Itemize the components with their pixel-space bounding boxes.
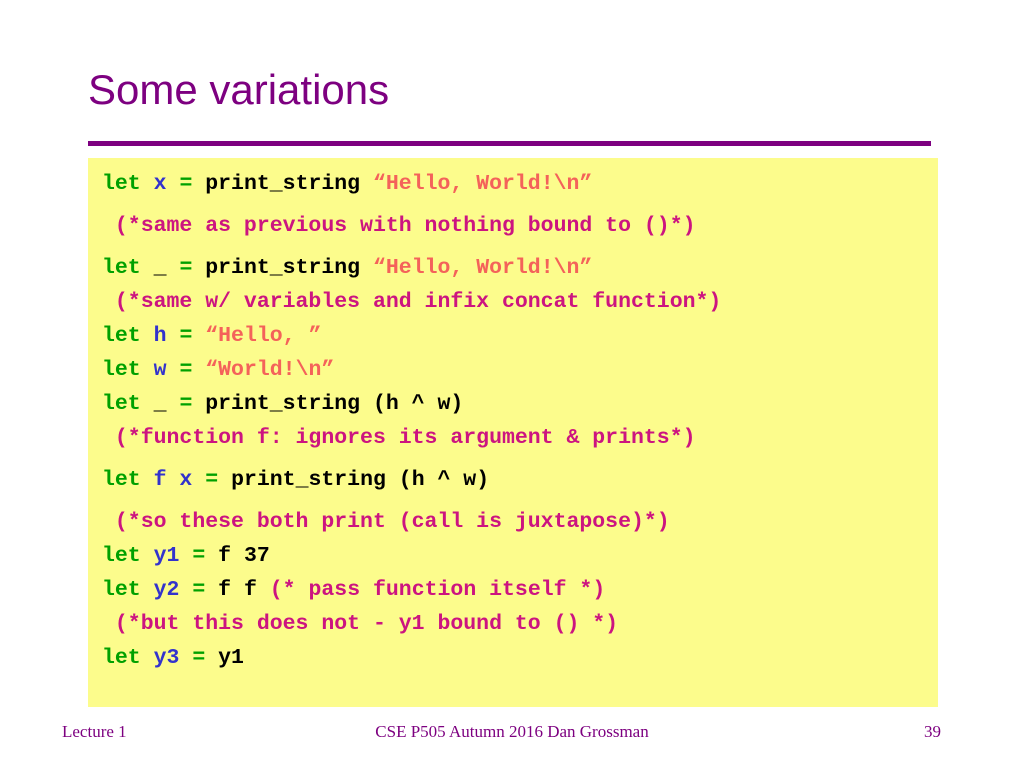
equals-sign: = [179,324,193,348]
equals-sign: = [192,646,206,670]
comment: (*same as previous with nothing bound to… [102,214,696,238]
code-line: let y1 = f 37 [88,539,938,573]
code-block: let x = print_string “Hello, World!\n” (… [88,158,938,707]
keyword-let: let [102,256,141,280]
keyword-let: let [102,578,141,602]
keyword-let: let [102,646,141,670]
variable-name: y1 [153,544,180,568]
equals-sign: = [192,578,206,602]
variable-name: y3 [153,646,180,670]
footer-course-label: CSE P505 Autumn 2016 Dan Grossman [375,722,649,741]
page-title: Some variations [88,66,390,113]
equals-sign: = [179,392,193,416]
function-call: print_string [205,172,361,196]
code-line: (*but this does not - y1 bound to () *) [88,607,938,641]
comment: (*so these both print (call is juxtapose… [102,510,670,534]
keyword-let: let [102,392,141,416]
function-params: f x [153,468,193,492]
code-line: (*same w/ variables and infix concat fun… [88,285,938,319]
footer-slide-number: 39 [924,722,941,741]
equals-sign: = [179,358,193,382]
comment: (*but this does not - y1 bound to () *) [102,612,619,636]
comment: (*same w/ variables and infix concat fun… [102,290,722,314]
keyword-let: let [102,358,141,382]
keyword-let: let [102,544,141,568]
equals-sign: = [192,544,206,568]
code-line: (*so these both print (call is juxtapose… [88,505,938,539]
function-call: print_string [205,256,361,280]
function-call: f f [218,578,257,602]
equals-sign: = [179,256,193,280]
function-call: print_string (h ^ w) [231,468,490,492]
comment: (* pass function itself *) [269,578,606,602]
string-literal: “Hello, World!\n” [372,256,593,280]
wildcard-pattern: _ [153,392,167,416]
string-literal: “World!\n” [205,358,335,382]
code-line: let f x = print_string (h ^ w) [88,463,938,497]
comment: (*function f: ignores its argument & pri… [102,426,696,450]
keyword-let: let [102,324,141,348]
keyword-let: let [102,172,141,196]
string-literal: “Hello, World!\n” [372,172,593,196]
equals-sign: = [179,172,193,196]
wildcard-pattern: _ [153,256,167,280]
equals-sign: = [205,468,219,492]
title-divider [88,141,931,146]
slide-footer: Lecture 1 CSE P505 Autumn 2016 Dan Gross… [0,722,1024,752]
string-literal: “Hello, ” [205,324,322,348]
code-line: let y2 = f f (* pass function itself *) [88,573,938,607]
code-line: let _ = print_string (h ^ w) [88,387,938,421]
code-line: let w = “World!\n” [88,353,938,387]
variable-name: x [153,172,167,196]
code-line: let x = print_string “Hello, World!\n” [88,167,938,201]
function-call: f 37 [218,544,270,568]
variable-name: y2 [153,578,180,602]
function-call: print_string (h ^ w) [205,392,464,416]
code-line: (*same as previous with nothing bound to… [88,209,938,243]
code-line: (*function f: ignores its argument & pri… [88,421,938,455]
value-reference: y1 [218,646,244,670]
code-line: let y3 = y1 [88,641,938,675]
code-line: let h = “Hello, ” [88,319,938,353]
code-line: let _ = print_string “Hello, World!\n” [88,251,938,285]
variable-name: w [153,358,167,382]
variable-name: h [153,324,167,348]
keyword-let: let [102,468,141,492]
slide: Some variations let x = print_string “He… [0,0,1024,768]
